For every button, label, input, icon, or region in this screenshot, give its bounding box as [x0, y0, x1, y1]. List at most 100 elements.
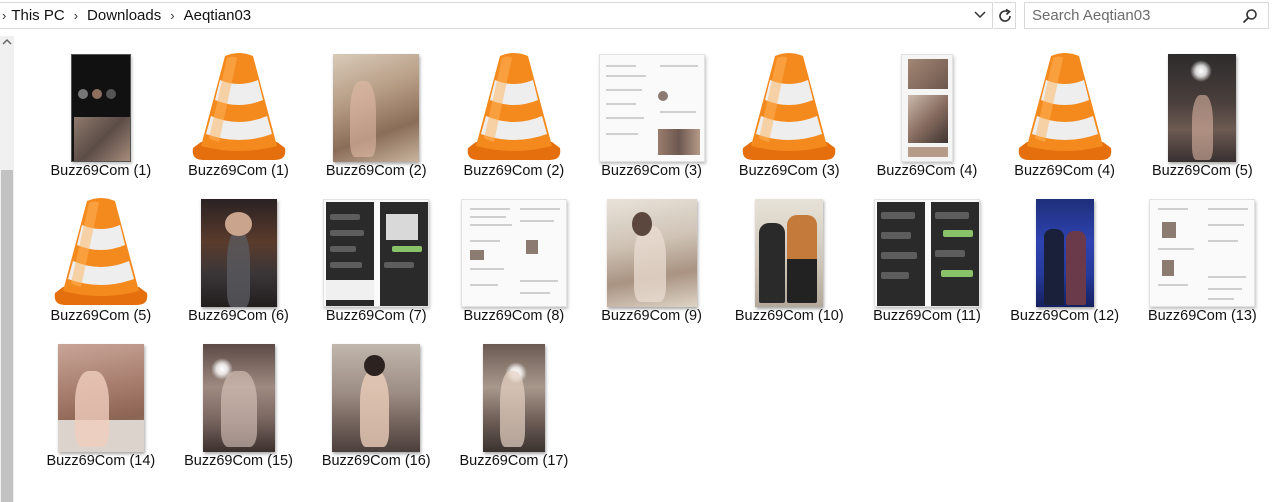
file-name: Buzz69Com (8) [463, 308, 565, 324]
file-name: Buzz69Com (17) [459, 453, 569, 469]
file-item[interactable]: Buzz69Com (16) [307, 330, 445, 475]
file-thumbnail [1142, 40, 1262, 162]
file-name: Buzz69Com (4) [1014, 163, 1116, 179]
file-thumbnail [316, 40, 436, 162]
file-name: Buzz69Com (12) [1010, 308, 1120, 324]
file-item[interactable]: Buzz69Com (11) [858, 185, 996, 330]
file-item[interactable]: Buzz69Com (3) [720, 40, 858, 185]
search-icon[interactable] [1242, 8, 1258, 24]
file-item[interactable]: Buzz69Com (6) [170, 185, 308, 330]
file-item[interactable]: Buzz69Com (9) [583, 185, 721, 330]
file-name: Buzz69Com (14) [46, 453, 156, 469]
vlc-cone-icon [454, 40, 574, 162]
file-thumbnail [1005, 185, 1125, 307]
file-thumbnail [592, 40, 712, 162]
file-thumbnail [316, 330, 436, 452]
vertical-scrollbar[interactable] [0, 36, 14, 502]
image-thumbnail [1035, 199, 1094, 307]
file-name: Buzz69Com (5) [50, 308, 152, 324]
file-name: Buzz69Com (10) [734, 308, 844, 324]
file-name: Buzz69Com (7) [325, 308, 427, 324]
image-thumbnail [900, 54, 953, 162]
search-box[interactable] [1024, 2, 1269, 29]
file-name: Buzz69Com (15) [184, 453, 293, 469]
file-thumbnail [41, 40, 161, 162]
file-item[interactable]: Buzz69Com (5) [32, 185, 170, 330]
image-thumbnail [323, 199, 430, 307]
file-name: Buzz69Com (2) [325, 163, 427, 179]
file-item[interactable]: Buzz69Com (14) [32, 330, 170, 475]
file-thumbnail [179, 185, 299, 307]
file-thumbnail [867, 40, 987, 162]
vlc-cone-icon [41, 185, 161, 307]
explorer-toolbar: › This PC › Downloads › Aeqtian03 [0, 0, 1279, 32]
file-name: Buzz69Com (3) [601, 163, 702, 179]
breadcrumb-current-folder[interactable]: Aeqtian03 [184, 7, 252, 24]
image-thumbnail [332, 344, 421, 452]
file-name: Buzz69Com (2) [463, 163, 565, 179]
file-name: Buzz69Com (11) [873, 308, 981, 324]
file-item[interactable]: Buzz69Com (17) [445, 330, 583, 475]
file-thumbnail [316, 185, 436, 307]
image-thumbnail [606, 199, 697, 307]
image-thumbnail [202, 344, 275, 452]
image-thumbnail [482, 344, 545, 452]
file-item[interactable]: Buzz69Com (2) [307, 40, 445, 185]
file-thumbnail [454, 330, 574, 452]
file-name: Buzz69Com (1) [50, 163, 152, 179]
file-item[interactable]: Buzz69Com (5) [1134, 40, 1272, 185]
search-input[interactable] [1032, 7, 1237, 24]
refresh-icon[interactable] [994, 2, 1016, 29]
file-grid: Buzz69Com (1) Buzz69Com (1) Buzz69Com (2… [32, 40, 1272, 475]
scrollbar-thumb[interactable] [1, 170, 13, 502]
profile-header [77, 77, 126, 107]
file-thumbnail [41, 330, 161, 452]
vlc-cone-icon [179, 40, 299, 162]
file-name: Buzz69Com (4) [876, 163, 978, 179]
image-thumbnail [70, 54, 131, 162]
vlc-cone-icon [729, 40, 849, 162]
file-thumbnail [1142, 185, 1262, 307]
chevron-right-icon[interactable]: › [74, 8, 78, 23]
file-thumbnail [592, 185, 712, 307]
file-item[interactable]: Buzz69Com (8) [445, 185, 583, 330]
image-thumbnail [200, 199, 277, 307]
file-item[interactable]: Buzz69Com (3) [583, 40, 721, 185]
image-thumbnail [1168, 54, 1237, 162]
image-thumbnail [1149, 199, 1256, 307]
file-item[interactable]: Buzz69Com (4) [858, 40, 996, 185]
scroll-up-arrow-icon[interactable] [0, 36, 14, 54]
file-thumbnail [867, 185, 987, 307]
file-item[interactable]: Buzz69Com (7) [307, 185, 445, 330]
file-name: Buzz69Com (5) [1151, 163, 1253, 179]
image-thumbnail [755, 199, 824, 307]
chevron-right-icon[interactable]: › [170, 8, 174, 23]
image-thumbnail [460, 199, 567, 307]
file-name: Buzz69Com (1) [188, 163, 289, 179]
file-item[interactable]: Buzz69Com (13) [1134, 185, 1272, 330]
image-thumbnail [333, 54, 420, 162]
image-thumbnail [873, 199, 980, 307]
file-item[interactable]: Buzz69Com (2) [445, 40, 583, 185]
file-name: Buzz69Com (3) [738, 163, 840, 179]
vlc-cone-icon [1005, 40, 1125, 162]
file-item[interactable]: Buzz69Com (15) [170, 330, 308, 475]
image-thumbnail [57, 344, 144, 452]
chevron-down-icon[interactable] [972, 7, 988, 25]
address-bar[interactable]: › This PC › Downloads › Aeqtian03 [0, 2, 993, 29]
chevron-right-icon[interactable]: › [2, 8, 6, 23]
file-item[interactable]: Buzz69Com (10) [720, 185, 858, 330]
file-name: Buzz69Com (13) [1147, 308, 1257, 324]
file-item[interactable]: Buzz69Com (1) [170, 40, 308, 185]
file-name: Buzz69Com (16) [321, 453, 431, 469]
file-item[interactable]: Buzz69Com (4) [996, 40, 1134, 185]
file-item[interactable]: Buzz69Com (12) [996, 185, 1134, 330]
breadcrumb-downloads[interactable]: Downloads [87, 7, 161, 24]
file-name: Buzz69Com (6) [188, 308, 289, 324]
file-item[interactable]: Buzz69Com (1) [32, 40, 170, 185]
file-thumbnail [729, 185, 849, 307]
file-thumbnail [454, 185, 574, 307]
breadcrumb-this-pc[interactable]: This PC [11, 7, 64, 24]
image-thumbnail [598, 54, 705, 162]
file-name: Buzz69Com (9) [601, 308, 702, 324]
